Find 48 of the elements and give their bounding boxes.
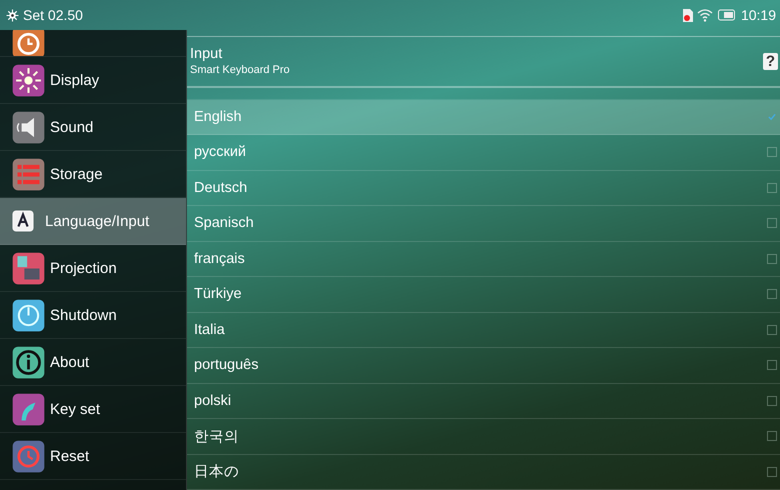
info-icon — [12, 346, 45, 378]
sun-icon — [12, 64, 45, 96]
clock-time: 10:19 — [740, 7, 776, 23]
battery-icon — [716, 9, 737, 21]
language-item[interactable]: Türkiye — [187, 277, 780, 312]
panel-title: Input — [190, 46, 224, 62]
sidebar-item[interactable] — [0, 30, 186, 57]
sidebar-item[interactable]: Projection — [0, 245, 186, 292]
wifi-icon — [696, 8, 713, 22]
sidebar-item[interactable]: Reset — [0, 433, 186, 480]
sidebar-item[interactable]: Key set — [0, 386, 186, 433]
language-item[interactable]: português — [187, 348, 780, 384]
sidebar-item[interactable]: Display — [0, 57, 186, 104]
screens-icon — [12, 252, 45, 284]
panel-subtitle: Smart Keyboard Pro — [190, 64, 291, 76]
speaker-icon — [12, 110, 45, 144]
checkbox[interactable] — [767, 466, 777, 477]
gear-icon — [6, 8, 19, 22]
sidebar-item[interactable]: About — [0, 339, 186, 386]
language-item[interactable]: Deutsch — [187, 170, 780, 206]
app-title: Set 02.50 — [23, 7, 83, 23]
language-item[interactable]: 한국의 — [187, 419, 780, 454]
checkbox[interactable] — [767, 431, 777, 442]
language-item[interactable]: polski — [187, 384, 780, 419]
checkbox[interactable] — [767, 254, 777, 264]
checkbox[interactable] — [767, 182, 777, 193]
language-item[interactable]: Spanisch — [187, 206, 780, 242]
sidebar-item[interactable]: Shutdown — [0, 292, 186, 339]
checkbox[interactable] — [767, 218, 777, 228]
checkbox[interactable] — [767, 360, 777, 370]
sidebar-item[interactable]: Language/Input — [0, 198, 186, 245]
curve-icon — [12, 392, 45, 426]
language-item[interactable]: Italia — [187, 312, 780, 348]
clock-icon — [12, 440, 45, 472]
help-button[interactable]: ? — [763, 52, 778, 70]
checkbox[interactable] — [767, 324, 777, 335]
checkbox[interactable] — [767, 147, 777, 158]
language-item[interactable]: français — [187, 242, 780, 277]
language-item[interactable]: 日本の — [187, 454, 780, 490]
checkbox[interactable] — [767, 112, 777, 122]
sidebar-item[interactable]: Storage — [0, 151, 186, 198]
list-icon — [12, 158, 45, 190]
checkbox[interactable] — [767, 396, 777, 406]
letter-icon — [12, 210, 34, 232]
checkbox[interactable] — [767, 289, 777, 300]
power-icon — [12, 298, 45, 332]
sidebar-item[interactable]: Sound — [0, 104, 186, 151]
sd-card-icon — [682, 8, 693, 22]
